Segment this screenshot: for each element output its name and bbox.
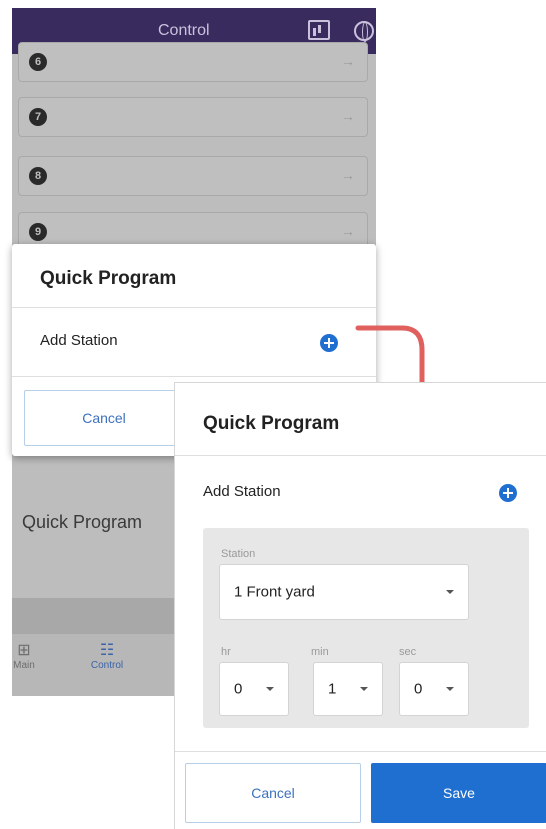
station-entry-card: Station 1 Front yard hr min sec 0 1 0 ✕: [203, 528, 529, 786]
seconds-select-value: 0: [414, 680, 423, 698]
add-station-label: Add Station: [40, 332, 118, 349]
add-station-label: Add Station: [203, 483, 281, 500]
station-row[interactable]: 7 →: [18, 97, 368, 137]
quick-program-heading: Quick Program: [22, 512, 143, 532]
station-select[interactable]: 1 Front yard: [219, 564, 469, 620]
grid-icon: ⊞: [17, 642, 31, 659]
nav-main-label: Main: [13, 660, 35, 671]
station-row[interactable]: 6 →: [18, 42, 368, 82]
divider: [175, 751, 546, 752]
station-number-badge: 6: [29, 53, 47, 71]
seconds-field-label: sec: [399, 646, 417, 658]
station-field-label: Station: [221, 548, 256, 560]
divider: [12, 376, 376, 377]
arrow-right-icon: →: [341, 53, 355, 69]
quick-program-dialog-expanded: Quick Program Add Station Station 1 Fron…: [174, 382, 546, 829]
minutes-select-value: 1: [328, 680, 337, 698]
arrow-right-icon: →: [341, 108, 355, 124]
chevron-down-icon: [266, 687, 274, 691]
chart-add-icon[interactable]: [308, 20, 330, 40]
save-button[interactable]: Save: [371, 763, 546, 823]
hours-field-label: hr: [221, 646, 231, 658]
divider: [175, 455, 546, 456]
chevron-down-icon: [446, 590, 454, 594]
divider: [12, 307, 376, 308]
globe-icon[interactable]: [354, 21, 374, 42]
minutes-field-label: min: [311, 646, 329, 658]
station-number-badge: 9: [29, 223, 47, 241]
hours-select-value: 0: [234, 680, 243, 698]
dialog-title: Quick Program: [40, 268, 177, 289]
station-select-value: 1 Front yard: [234, 583, 315, 601]
nav-item-control[interactable]: ☷ Control: [82, 642, 132, 671]
station-row[interactable]: 8 →: [18, 156, 368, 196]
sliders-icon: ☷: [99, 642, 115, 659]
add-station-plus-icon[interactable]: [320, 334, 338, 352]
nav-control-label: Control: [90, 660, 124, 671]
station-number-badge: 7: [29, 108, 47, 126]
nav-item-main[interactable]: ⊞ Main: [12, 642, 44, 671]
add-station-plus-icon[interactable]: [499, 484, 517, 502]
seconds-select[interactable]: 0: [399, 662, 469, 716]
app-bar-title: Control: [158, 22, 210, 39]
hours-select[interactable]: 0: [219, 662, 289, 716]
cancel-button[interactable]: Cancel: [24, 390, 184, 446]
chevron-down-icon: [446, 687, 454, 691]
chevron-down-icon: [360, 687, 368, 691]
station-number-badge: 8: [29, 167, 47, 185]
dialog-title: Quick Program: [203, 413, 340, 434]
arrow-right-icon: →: [341, 223, 355, 239]
cancel-button[interactable]: Cancel: [185, 763, 361, 823]
minutes-select[interactable]: 1: [313, 662, 383, 716]
arrow-right-icon: →: [341, 167, 355, 183]
